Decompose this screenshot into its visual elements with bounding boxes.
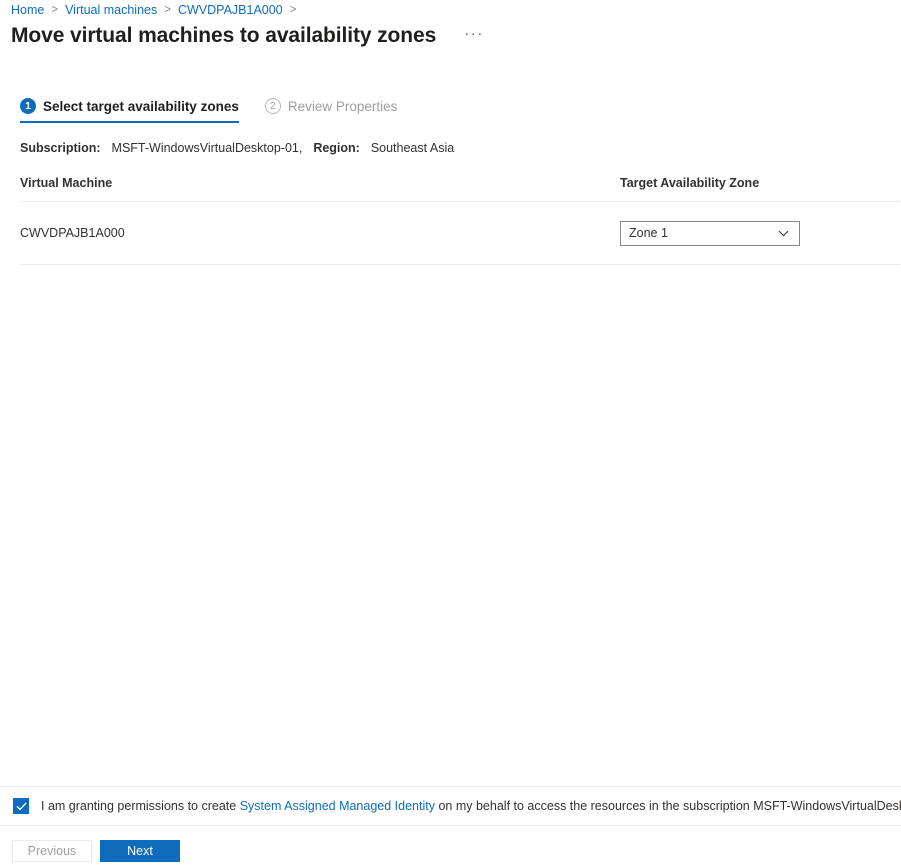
breadcrumb-separator-icon: > (51, 4, 59, 16)
subscription-value: MSFT-WindowsVirtualDesktop-01, (111, 141, 303, 155)
step-number-badge: 2 (264, 98, 281, 114)
breadcrumb-item-vm-resource[interactable]: CWVDPAJB1A000 (178, 3, 283, 17)
column-header-target-availability-zone: Target Availability Zone (620, 176, 760, 190)
page-header: Move virtual machines to availability zo… (11, 22, 901, 50)
breadcrumb: Home > Virtual machines > CWVDPAJB1A000 … (11, 0, 303, 20)
ellipsis-icon[interactable]: ··· (460, 25, 488, 43)
column-header-virtual-machine: Virtual Machine (20, 176, 113, 190)
subscription-region-summary: Subscription: MSFT-WindowsVirtualDesktop… (20, 141, 454, 155)
consent-text-after: on my behalf to access the resources in … (438, 799, 901, 813)
chevron-down-icon (778, 230, 789, 236)
tab-select-target-availability-zones[interactable]: 1 Select target availability zones (20, 98, 239, 123)
vm-zone-table: Virtual Machine Target Availability Zone… (20, 176, 900, 265)
consent-checkbox[interactable] (13, 798, 29, 814)
tab-label: Select target availability zones (43, 98, 239, 114)
wizard-footer-actions: Previous Next (12, 840, 180, 862)
target-zone-selected-value: Zone 1 (629, 226, 668, 240)
next-button[interactable]: Next (100, 840, 180, 862)
active-tab-indicator (20, 121, 239, 123)
region-value: Southeast Asia (370, 141, 455, 155)
breadcrumb-item-virtual-machines[interactable]: Virtual machines (65, 3, 157, 17)
checkmark-icon (16, 802, 26, 810)
step-number-badge: 1 (20, 98, 36, 114)
consent-text-before: I am granting permissions to create (41, 799, 237, 813)
tab-review-properties[interactable]: 2 Review Properties (264, 98, 398, 123)
breadcrumb-separator-icon: > (289, 4, 297, 16)
previous-button[interactable]: Previous (12, 840, 92, 862)
breadcrumb-item-home[interactable]: Home (11, 3, 44, 17)
target-zone-dropdown[interactable]: Zone 1 (620, 220, 800, 246)
table-header-row: Virtual Machine Target Availability Zone (20, 176, 900, 202)
wizard-steps: 1 Select target availability zones 2 Rev… (20, 98, 397, 123)
table-row: CWVDPAJB1A000 Zone 1 (20, 202, 900, 265)
tab-label: Review Properties (287, 98, 398, 114)
subscription-label: Subscription: (20, 141, 101, 155)
region-label: Region: (313, 141, 360, 155)
managed-identity-link[interactable]: System Assigned Managed Identity (240, 799, 435, 813)
consent-bar: I am granting permissions to create Syst… (0, 786, 901, 826)
cell-vm-name: CWVDPAJB1A000 (20, 226, 125, 240)
page-title: Move virtual machines to availability zo… (11, 24, 437, 47)
consent-label: I am granting permissions to create Syst… (41, 799, 901, 813)
breadcrumb-separator-icon: > (164, 4, 171, 16)
